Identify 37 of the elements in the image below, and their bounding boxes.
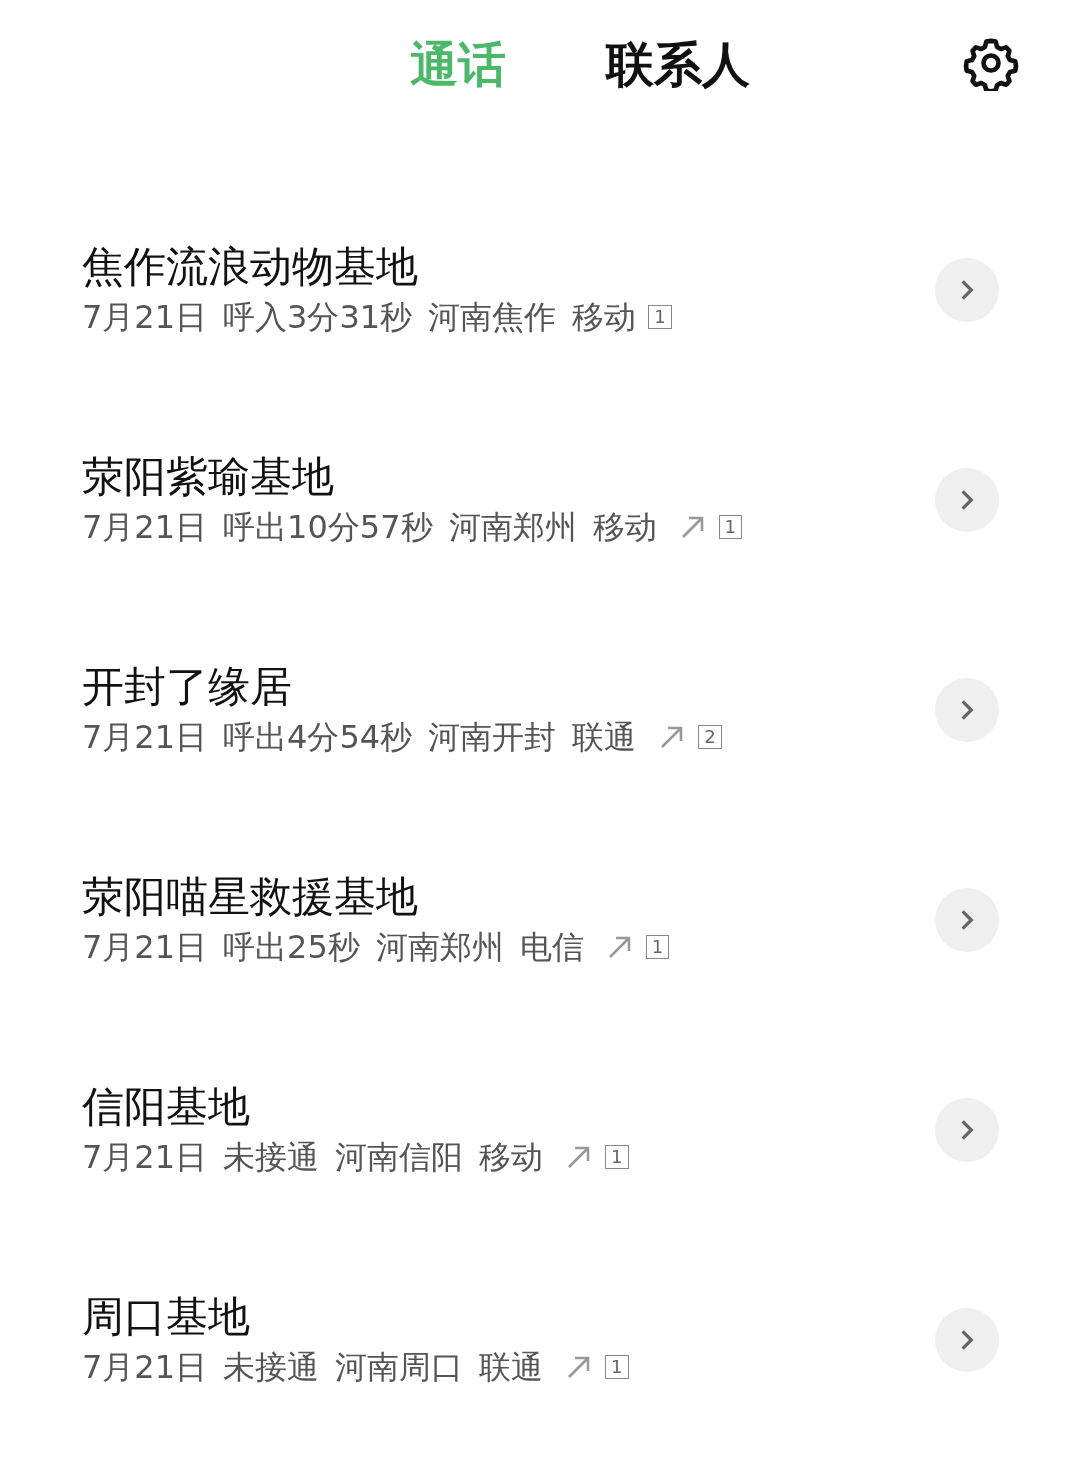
call-status: 未接通 — [223, 1137, 320, 1178]
contact-name: 荥阳喵星救援基地 — [82, 871, 419, 923]
call-status: 未接通 — [223, 1347, 320, 1388]
call-location: 河南郑州 — [448, 507, 577, 548]
sim-badge: 1 — [648, 305, 672, 329]
contact-name: 周口基地 — [82, 1291, 251, 1343]
call-carrier: 移动 — [572, 297, 637, 338]
call-date: 7月21日 — [82, 1347, 208, 1388]
call-date: 7月21日 — [82, 1137, 208, 1178]
call-location: 河南周口 — [335, 1347, 464, 1388]
call-carrier: 移动 — [592, 507, 657, 548]
sim-badge: 1 — [605, 1355, 629, 1379]
call-carrier: 联通 — [572, 717, 637, 758]
call-status: 呼出4分54秒 — [223, 717, 413, 758]
contact-name: 焦作流浪动物基地 — [82, 241, 419, 293]
call-location: 河南焦作 — [428, 297, 557, 338]
sim-badge: 1 — [645, 935, 670, 959]
call-status: 呼出25秒 — [223, 927, 360, 968]
call-status: 呼入3分31秒 — [223, 297, 413, 338]
call-date: 7月21日 — [82, 717, 208, 758]
call-carrier: 移动 — [479, 1137, 544, 1178]
call-date: 7月21日 — [82, 927, 208, 968]
call-carrier: 电信 — [519, 927, 584, 968]
contact-name: 荥阳紫瑜基地 — [82, 451, 335, 503]
call-location: 河南郑州 — [375, 927, 504, 968]
contact-name: 信阳基地 — [82, 1081, 251, 1133]
contact-name: 开封了缘居 — [82, 661, 293, 713]
tab[interactable]: 联系人 — [605, 33, 750, 97]
call-location: 河南信阳 — [335, 1137, 464, 1178]
call-location: 河南开封 — [428, 717, 557, 758]
sim-badge: 2 — [698, 725, 722, 749]
sim-badge: 1 — [718, 515, 742, 539]
call-carrier: 联通 — [479, 1347, 544, 1388]
sim-badge: 1 — [605, 1145, 629, 1169]
call-date: 7月21日 — [82, 507, 208, 548]
call-status: 呼出10分57秒 — [223, 507, 433, 548]
call-date: 7月21日 — [82, 297, 208, 338]
